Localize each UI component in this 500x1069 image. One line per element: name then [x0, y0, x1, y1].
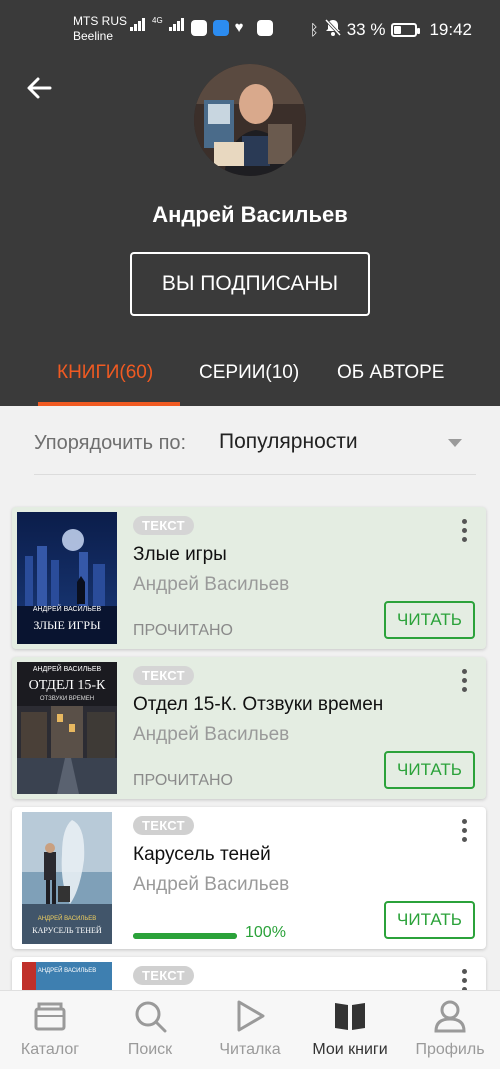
- shield-app-icon: [212, 20, 229, 36]
- nav-profile[interactable]: Профиль: [400, 991, 500, 1069]
- cover-author: АНДРЕЙ ВАСИЛЬЕВ: [32, 606, 102, 613]
- carrier-2: Beeline: [73, 29, 114, 43]
- signal-icons: 4G ♥: [130, 16, 273, 36]
- format-badge: ТЕКСТ: [133, 666, 194, 685]
- sort-label: Упорядочить по:: [34, 432, 187, 454]
- book-cover: АНДРЕЙ ВАСИЛЬЕВ ЗЛЫЕ ИГРЫ: [17, 512, 117, 644]
- cover-subtitle: ОТЗВУКИ ВРЕМЕН: [39, 696, 95, 702]
- nav-my-books[interactable]: Мои книги: [300, 991, 400, 1069]
- book-card[interactable]: АНДРЕЙ ВАСИЛЬЕВ ОТДЕЛ 15-К ОТЗВУКИ ВРЕМЕ…: [12, 657, 486, 799]
- play-icon: [237, 1000, 265, 1032]
- tab-series[interactable]: СЕРИИ(10): [199, 362, 299, 384]
- cover-title: КАРУСЕЛЬ ТЕНЕЙ: [32, 926, 102, 935]
- cover-title: ОТДЕЛ 15-К: [28, 678, 106, 693]
- tab-books[interactable]: КНИГИ(60): [57, 362, 153, 384]
- book-author[interactable]: Андрей Васильев: [133, 574, 289, 596]
- author-avatar: [194, 64, 306, 176]
- format-badge: ТЕКСТ: [133, 516, 194, 535]
- clock: 19:42: [429, 20, 472, 39]
- catalog-icon: [34, 1002, 66, 1031]
- signal-icon-2: [168, 18, 185, 36]
- sort-row: Упорядочить по: Популярности: [0, 406, 500, 476]
- dropdown-caret-icon[interactable]: [448, 439, 462, 447]
- nav-label: Мои книги: [312, 1041, 388, 1058]
- tab-about-author[interactable]: ОБ АВТОРЕ: [337, 362, 444, 384]
- book-author[interactable]: Андрей Васильев: [133, 724, 289, 746]
- nav-label: Каталог: [20, 1041, 80, 1058]
- mail-app-icon: [256, 20, 273, 36]
- progress-percent: 100%: [245, 924, 286, 941]
- book-card[interactable]: АНДРЕЙ ВАСИЛЬЕВ КАРУСЕЛЬ ТЕНЕЙ ТЕКСТ Кар…: [12, 807, 486, 949]
- author-header: Андрей Васильев ВЫ ПОДПИСАНЫ КНИГИ(60) С…: [0, 56, 500, 406]
- battery-percent: 33 %: [346, 20, 386, 39]
- nav-label: Поиск: [127, 1041, 173, 1058]
- format-badge: ТЕКСТ: [133, 816, 194, 835]
- read-status: ПРОЧИТАНО: [133, 622, 233, 639]
- nav-catalog[interactable]: Каталог: [0, 991, 100, 1069]
- back-arrow-icon[interactable]: [24, 74, 56, 102]
- cover-author: АНДРЕЙ ВАСИЛЬЕВ: [37, 968, 97, 974]
- nav-reader[interactable]: Читалка: [200, 991, 300, 1069]
- author-name: Андрей Васильев: [152, 202, 348, 227]
- cover-author: АНДРЕЙ ВАСИЛЬЕВ: [32, 666, 102, 673]
- format-badge: ТЕКСТ: [133, 966, 194, 985]
- status-bar: MTS RUS Beeline 4G ♥ ᛒ 33 % 19:42: [0, 0, 500, 56]
- read-status: ПРОЧИТАНО: [133, 772, 233, 789]
- divider: [34, 474, 476, 475]
- network-type: 4G: [152, 16, 163, 25]
- more-options-icon[interactable]: [458, 819, 470, 845]
- profile-icon: [434, 1000, 466, 1033]
- reading-progress-bar: [133, 933, 237, 939]
- sort-dropdown[interactable]: Популярности: [219, 430, 358, 454]
- book-author[interactable]: Андрей Васильев: [133, 874, 289, 896]
- author-tabs: КНИГИ(60) СЕРИИ(10) ОБ АВТОРЕ: [0, 352, 500, 406]
- nav-label: Читалка: [219, 1041, 281, 1058]
- book-title: Злые игры: [133, 544, 227, 565]
- subscribed-button[interactable]: ВЫ ПОДПИСАНЫ: [130, 252, 370, 316]
- cover-author: АНДРЕЙ ВАСИЛЬЕВ: [37, 916, 97, 922]
- health-icon: ♥: [234, 19, 244, 36]
- book-title: Карусель теней: [133, 844, 271, 865]
- nav-search[interactable]: Поиск: [100, 991, 200, 1069]
- cover-title: ЗЛЫЕ ИГРЫ: [33, 618, 101, 632]
- mute-bell-icon: [324, 18, 341, 41]
- carrier-info: MTS RUS Beeline: [73, 14, 127, 44]
- book-icon: [335, 1003, 365, 1030]
- bluetooth-icon: ᛒ: [309, 21, 319, 39]
- carrier-1: MTS RUS: [73, 14, 127, 28]
- search-icon: [135, 1001, 167, 1033]
- more-options-icon[interactable]: [458, 519, 470, 545]
- book-card[interactable]: АНДРЕЙ ВАСИЛЬЕВ ЗЛЫЕ ИГРЫ ТЕКСТ Злые игр…: [12, 507, 486, 649]
- bottom-navigation: Каталог Поиск Читалка Мои книги Профиль: [0, 990, 500, 1069]
- read-button[interactable]: ЧИТАТЬ: [384, 751, 475, 789]
- status-right: ᛒ 33 % 19:42: [309, 18, 472, 41]
- battery-icon: [391, 23, 421, 37]
- read-button[interactable]: ЧИТАТЬ: [384, 901, 475, 939]
- book-cover: АНДРЕЙ ВАСИЛЬЕВ КАРУСЕЛЬ ТЕНЕЙ: [22, 812, 112, 944]
- more-options-icon[interactable]: [458, 669, 470, 695]
- youtube-icon: [190, 20, 207, 36]
- book-title: Отдел 15-К. Отзвуки времен: [133, 694, 384, 715]
- book-cover: АНДРЕЙ ВАСИЛЬЕВ ОТДЕЛ 15-К ОТЗВУКИ ВРЕМЕ…: [17, 662, 117, 794]
- signal-icon: [130, 18, 146, 36]
- read-button[interactable]: ЧИТАТЬ: [384, 601, 475, 639]
- nav-label: Профиль: [415, 1041, 485, 1058]
